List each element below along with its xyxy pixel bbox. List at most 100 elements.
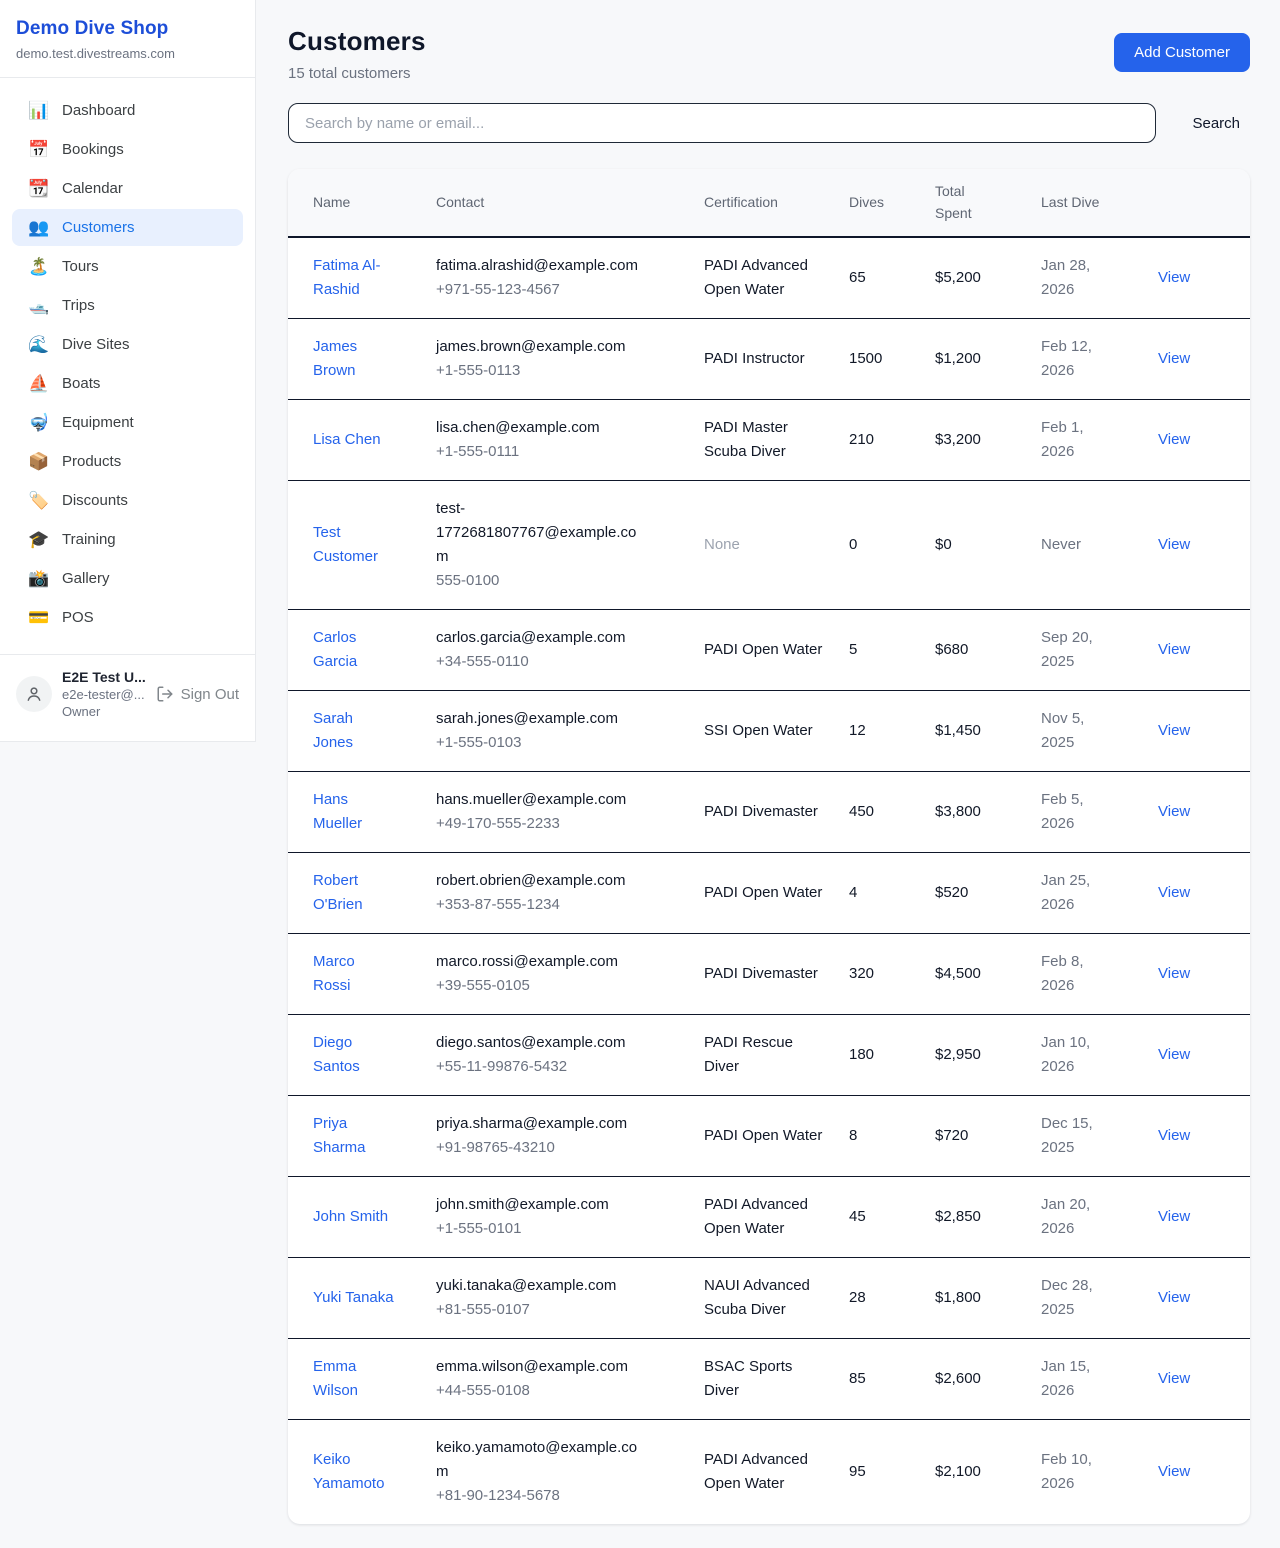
add-customer-button[interactable]: Add Customer bbox=[1114, 33, 1250, 72]
customer-name-link[interactable]: Diego Santos bbox=[313, 1034, 360, 1075]
sidebar-item-bookings[interactable]: 📅 Bookings bbox=[12, 131, 243, 168]
customer-name-link[interactable]: Lisa Chen bbox=[313, 431, 381, 448]
sidebar-item-gallery[interactable]: 📸 Gallery bbox=[12, 560, 243, 597]
view-link[interactable]: View bbox=[1158, 1289, 1190, 1306]
customer-last-dive: Never bbox=[1041, 481, 1158, 610]
customer-name-link[interactable]: Emma Wilson bbox=[313, 1358, 358, 1399]
sidebar-item-pos[interactable]: 💳 POS bbox=[12, 599, 243, 636]
sidebar-item-equipment[interactable]: 🤿 Equipment bbox=[12, 404, 243, 441]
view-link[interactable]: View bbox=[1158, 350, 1190, 367]
customer-certification: PADI Open Water bbox=[704, 610, 849, 691]
view-link[interactable]: View bbox=[1158, 1127, 1190, 1144]
customer-name-link[interactable]: Carlos Garcia bbox=[313, 629, 357, 670]
view-link[interactable]: View bbox=[1158, 722, 1190, 739]
wave-icon: 🌊 bbox=[28, 336, 48, 353]
search-button[interactable]: Search bbox=[1182, 107, 1250, 140]
column-header-name: Name bbox=[288, 169, 436, 237]
table-header-row: Name Contact Certification Dives Total S… bbox=[288, 169, 1250, 237]
customer-name-link[interactable]: Hans Mueller bbox=[313, 791, 362, 832]
sidebar-item-label: Customers bbox=[62, 219, 135, 236]
customer-certification: PADI Master Scuba Diver bbox=[704, 400, 849, 481]
customer-dives: 28 bbox=[849, 1258, 935, 1339]
view-link[interactable]: View bbox=[1158, 536, 1190, 553]
customer-total-spent: $2,600 bbox=[935, 1339, 1041, 1420]
table-row: Keiko Yamamoto keiko.yamamoto@example.co… bbox=[288, 1420, 1250, 1525]
sidebar-item-dive-sites[interactable]: 🌊 Dive Sites bbox=[12, 326, 243, 363]
customer-certification: PADI Advanced Open Water bbox=[704, 237, 849, 319]
customer-name-link[interactable]: Priya Sharma bbox=[313, 1115, 366, 1156]
total-customers-count: 15 total customers bbox=[288, 65, 426, 82]
table-row: Carlos Garcia carlos.garcia@example.com … bbox=[288, 610, 1250, 691]
customer-last-dive: Jan 10, 2026 bbox=[1041, 1015, 1158, 1096]
customer-dives: 210 bbox=[849, 400, 935, 481]
sidebar-item-calendar[interactable]: 📆 Calendar bbox=[12, 170, 243, 207]
customer-total-spent: $520 bbox=[935, 853, 1041, 934]
view-link[interactable]: View bbox=[1158, 965, 1190, 982]
customer-name-link[interactable]: John Smith bbox=[313, 1208, 388, 1225]
customer-total-spent: $2,850 bbox=[935, 1177, 1041, 1258]
sidebar-item-label: Tours bbox=[62, 258, 99, 275]
sidebar-item-discounts[interactable]: 🏷️ Discounts bbox=[12, 482, 243, 519]
table-row: Fatima Al-Rashid fatima.alrashid@example… bbox=[288, 237, 1250, 319]
user-role: Owner bbox=[62, 704, 146, 719]
sidebar: Demo Dive Shop demo.test.divestreams.com… bbox=[0, 0, 256, 742]
view-link[interactable]: View bbox=[1158, 1463, 1190, 1480]
customer-phone: +91-98765-43210 bbox=[436, 1136, 648, 1160]
sidebar-item-trips[interactable]: 🛥️ Trips bbox=[12, 287, 243, 324]
table-row: Diego Santos diego.santos@example.com +5… bbox=[288, 1015, 1250, 1096]
customer-name-link[interactable]: Fatima Al-Rashid bbox=[313, 257, 381, 298]
customer-certification: PADI Rescue Diver bbox=[704, 1015, 849, 1096]
customer-phone: +1-555-0111 bbox=[436, 440, 648, 464]
customer-dives: 180 bbox=[849, 1015, 935, 1096]
column-header-actions bbox=[1158, 169, 1250, 237]
customer-total-spent: $3,200 bbox=[935, 400, 1041, 481]
view-link[interactable]: View bbox=[1158, 884, 1190, 901]
view-link[interactable]: View bbox=[1158, 803, 1190, 820]
customer-email: emma.wilson@example.com bbox=[436, 1355, 648, 1379]
customer-name-link[interactable]: Keiko Yamamoto bbox=[313, 1451, 384, 1492]
view-link[interactable]: View bbox=[1158, 431, 1190, 448]
sidebar-item-dashboard[interactable]: 📊 Dashboard bbox=[12, 92, 243, 129]
customer-total-spent: $1,200 bbox=[935, 319, 1041, 400]
sidebar-item-customers[interactable]: 👥 Customers bbox=[12, 209, 243, 246]
customer-name-link[interactable]: Yuki Tanaka bbox=[313, 1289, 394, 1306]
user-email: e2e-tester@... bbox=[62, 687, 146, 702]
customer-phone: +1-555-0103 bbox=[436, 731, 648, 755]
sidebar-item-boats[interactable]: ⛵ Boats bbox=[12, 365, 243, 402]
table-row: Emma Wilson emma.wilson@example.com +44-… bbox=[288, 1339, 1250, 1420]
view-link[interactable]: View bbox=[1158, 1208, 1190, 1225]
customer-email: marco.rossi@example.com bbox=[436, 950, 648, 974]
view-link[interactable]: View bbox=[1158, 1370, 1190, 1387]
customer-name-link[interactable]: Test Customer bbox=[313, 524, 378, 565]
view-link[interactable]: View bbox=[1158, 1046, 1190, 1063]
customer-dives: 450 bbox=[849, 772, 935, 853]
bar-chart-icon: 📊 bbox=[28, 102, 48, 119]
customer-name-link[interactable]: Sarah Jones bbox=[313, 710, 353, 751]
customer-phone: +39-555-0105 bbox=[436, 974, 648, 998]
customer-total-spent: $2,950 bbox=[935, 1015, 1041, 1096]
view-link[interactable]: View bbox=[1158, 269, 1190, 286]
customer-name-link[interactable]: Marco Rossi bbox=[313, 953, 355, 994]
customer-last-dive: Feb 1, 2026 bbox=[1041, 400, 1158, 481]
customer-name-link[interactable]: Robert O'Brien bbox=[313, 872, 363, 913]
column-header-contact: Contact bbox=[436, 169, 704, 237]
camera-flash-icon: 📸 bbox=[28, 570, 48, 587]
customer-dives: 85 bbox=[849, 1339, 935, 1420]
sidebar-item-training[interactable]: 🎓 Training bbox=[12, 521, 243, 558]
sidebar-item-tours[interactable]: 🏝️ Tours bbox=[12, 248, 243, 285]
sign-out-button[interactable]: Sign Out bbox=[156, 685, 239, 703]
customer-phone: +81-555-0107 bbox=[436, 1298, 648, 1322]
sidebar-item-label: Dive Sites bbox=[62, 336, 130, 353]
sidebar-item-label: Training bbox=[62, 531, 116, 548]
view-link[interactable]: View bbox=[1158, 641, 1190, 658]
search-input[interactable] bbox=[288, 103, 1156, 143]
credit-card-icon: 💳 bbox=[28, 609, 48, 626]
sidebar-item-products[interactable]: 📦 Products bbox=[12, 443, 243, 480]
customer-dives: 1500 bbox=[849, 319, 935, 400]
customer-certification: SSI Open Water bbox=[704, 691, 849, 772]
customer-name-link[interactable]: James Brown bbox=[313, 338, 357, 379]
column-header-dives: Dives bbox=[849, 169, 935, 237]
user-name: E2E Test U... bbox=[62, 669, 146, 685]
customer-total-spent: $3,800 bbox=[935, 772, 1041, 853]
island-icon: 🏝️ bbox=[28, 258, 48, 275]
